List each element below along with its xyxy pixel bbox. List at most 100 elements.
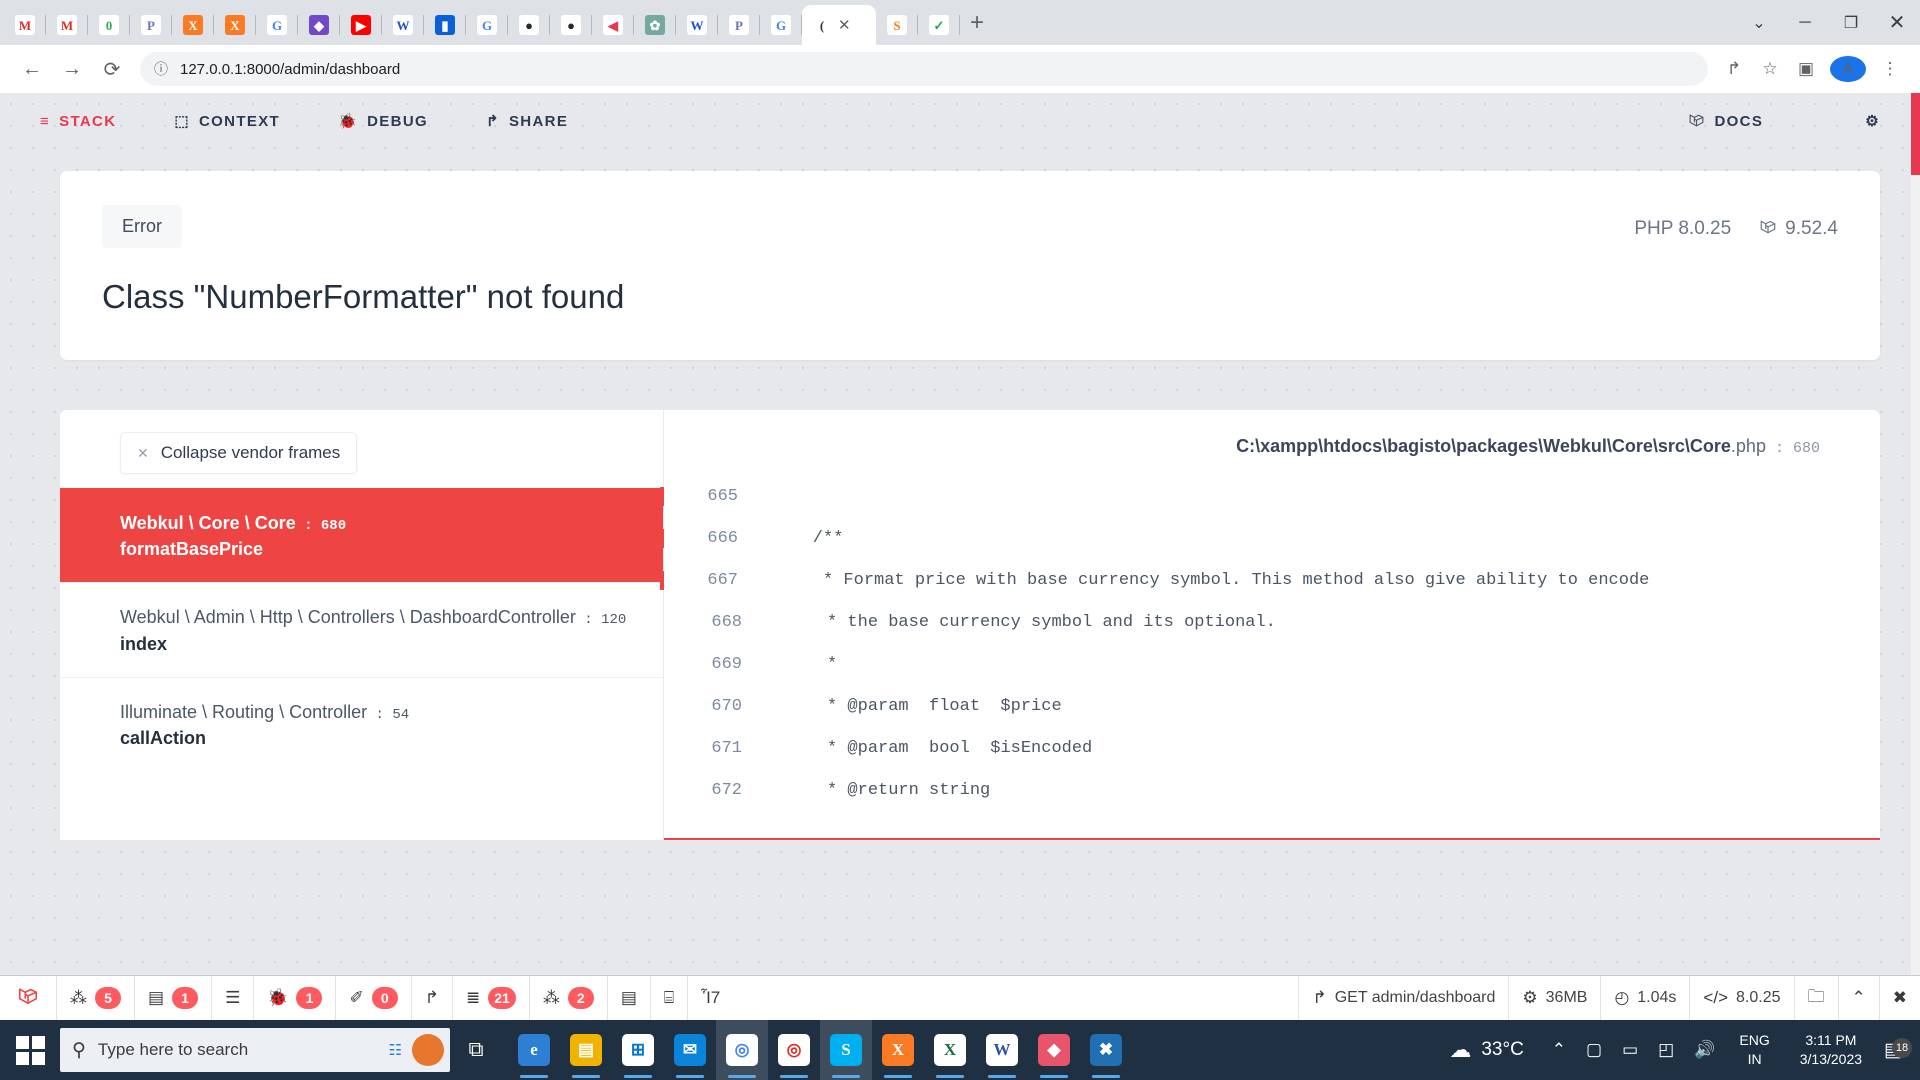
- page-scrollbar-thumb[interactable]: [1911, 93, 1920, 175]
- taskbar-app-chrome-beta[interactable]: ◎: [768, 1020, 820, 1080]
- active-tab[interactable]: ( ✕: [802, 5, 876, 45]
- chatgpt-tab-favicon: ✿: [645, 15, 665, 35]
- share-icon[interactable]: ↱: [1716, 59, 1752, 79]
- chrome-menu-icon[interactable]: ⋮: [1872, 59, 1908, 79]
- close-tab-icon[interactable]: ✕: [838, 16, 851, 34]
- adminer-tab[interactable]: 0: [88, 5, 130, 45]
- start-button[interactable]: [0, 1035, 60, 1065]
- side-panel-icon[interactable]: ▣: [1788, 59, 1824, 79]
- notification-center-button[interactable]: ▤ 18: [1878, 1037, 1920, 1062]
- clock[interactable]: 3:11 PM 3/13/2023: [1784, 1031, 1878, 1069]
- gmail-tab[interactable]: M: [4, 5, 46, 45]
- debugbar-exceptions-badge: 1: [296, 987, 323, 1009]
- minimize-button[interactable]: ─: [1782, 14, 1828, 32]
- google-tab[interactable]: G: [256, 5, 298, 45]
- back-button[interactable]: ←: [12, 58, 52, 81]
- bagisto-tab[interactable]: ▮: [424, 5, 466, 45]
- debugbar-open-storage[interactable]: 🗀: [1793, 975, 1838, 1021]
- taskbar-app-edge[interactable]: e: [508, 1020, 560, 1080]
- github-tab[interactable]: ●: [508, 5, 550, 45]
- phpmyadmin-tab[interactable]: P: [130, 5, 172, 45]
- debugbar-route[interactable]: ☰: [211, 975, 253, 1021]
- code-line-source: * Format price with base currency symbol…: [772, 570, 1650, 590]
- nav-item-debug[interactable]: 🐞 DEBUG: [338, 112, 428, 131]
- taskbar-app-excel[interactable]: X: [924, 1020, 976, 1080]
- taskbar-app-chrome[interactable]: ◎: [716, 1020, 768, 1080]
- maximize-button[interactable]: ❐: [1828, 13, 1874, 33]
- gmail-tab-2[interactable]: M: [46, 5, 88, 45]
- debugbar-request-method[interactable]: ↱ GET admin/dashboard: [1298, 975, 1508, 1021]
- meet-now-icon[interactable]: ▢: [1576, 1040, 1612, 1060]
- reload-button[interactable]: ⟳: [92, 57, 132, 82]
- google-tab-3[interactable]: G: [760, 5, 802, 45]
- language-indicator[interactable]: ENG IN: [1725, 1031, 1783, 1069]
- search-input[interactable]: ⚲ Type here to search ☷: [60, 1028, 450, 1072]
- stackoverflow-tab[interactable]: S: [876, 5, 918, 45]
- stack-frame[interactable]: Illuminate \ Routing \ Controller : 54 ca…: [60, 676, 663, 771]
- close-window-button[interactable]: ✕: [1874, 10, 1920, 35]
- show-hidden-icons-button[interactable]: ⌃: [1542, 1040, 1576, 1060]
- debugbar-collapse-debugbar[interactable]: ⌃: [1837, 975, 1879, 1021]
- forward-button[interactable]: →: [52, 58, 92, 81]
- taskbar-app-word[interactable]: W: [976, 1020, 1028, 1080]
- nav-item-context[interactable]: ⬚ CONTEXT: [174, 112, 280, 131]
- debugbar-session[interactable]: ▤: [606, 975, 650, 1021]
- debugbar-exceptions[interactable]: 🐞 1: [253, 975, 335, 1021]
- new-tab-button[interactable]: +: [970, 9, 984, 37]
- task-view-button[interactable]: ⧉: [450, 1020, 502, 1080]
- debugbar-labels[interactable]: Ἷ7: [687, 975, 733, 1021]
- stack-frame[interactable]: Webkul \ Admin \ Http \ Controllers \ Da…: [60, 582, 663, 676]
- stack-frame-class: Webkul \ Core \ Core: [120, 513, 296, 533]
- check-tab[interactable]: ✓: [918, 5, 960, 45]
- taskbar-app-mail[interactable]: ✉: [664, 1020, 716, 1080]
- laracasts-tab[interactable]: ◀: [592, 5, 634, 45]
- nav-item-stack[interactable]: ≡ STACK: [40, 113, 116, 130]
- address-bar[interactable]: ⓘ 127.0.0.1:8000/admin/dashboard: [140, 52, 1708, 86]
- webkul-tab[interactable]: W: [382, 5, 424, 45]
- tab-search-icon[interactable]: ⌄: [1736, 13, 1782, 33]
- debugbar-request-duration[interactable]: ◴ 1.04s: [1600, 975, 1689, 1021]
- taskbar-app-microsoft-store[interactable]: ⊞: [612, 1020, 664, 1080]
- settings-gear-button[interactable]: ⚙: [1865, 112, 1880, 130]
- debugbar-mails[interactable]: ✐ 0: [335, 975, 410, 1021]
- taskbar-app-vscode[interactable]: ✖: [1080, 1020, 1132, 1080]
- google-tab-2[interactable]: G: [466, 5, 508, 45]
- webkul-tab-2[interactable]: W: [676, 5, 718, 45]
- youtube-tab[interactable]: ▶: [340, 5, 382, 45]
- debugbar-views[interactable]: ▤ 1: [134, 975, 211, 1021]
- stack-frame[interactable]: Webkul \ Core \ Core : 680 formatBasePric…: [60, 488, 663, 583]
- wifi-icon[interactable]: ◰: [1648, 1040, 1684, 1060]
- battery-icon[interactable]: ▭: [1612, 1040, 1648, 1060]
- debugbar-request[interactable]: ↱: [410, 975, 452, 1021]
- weather-widget[interactable]: ☁ 33°C: [1449, 1037, 1541, 1063]
- avatar[interactable]: A: [1830, 56, 1866, 82]
- xampp-tab-2[interactable]: X: [214, 5, 256, 45]
- basketball-icon[interactable]: [412, 1034, 444, 1066]
- laravel-news-tab[interactable]: ◆: [298, 5, 340, 45]
- debugbar-messages[interactable]: ⁂ 5: [56, 975, 134, 1021]
- taskbar-app-affinity[interactable]: ◆: [1028, 1020, 1080, 1080]
- bookmark-star-icon[interactable]: ☆: [1752, 59, 1788, 79]
- gear-icon: ⚙: [1865, 113, 1880, 130]
- debugbar-php-version[interactable]: </> 8.0.25: [1689, 975, 1793, 1021]
- volume-icon[interactable]: 🔊: [1684, 1040, 1725, 1060]
- chatgpt-tab[interactable]: ✿: [634, 5, 676, 45]
- site-info-icon[interactable]: ⓘ: [154, 59, 168, 79]
- debugbar-close-debugbar[interactable]: ✖: [1878, 975, 1920, 1021]
- collapse-vendor-frames-button[interactable]: ✕ Collapse vendor frames: [120, 432, 358, 474]
- taskbar-app-file-explorer[interactable]: ▤: [560, 1020, 612, 1080]
- xampp-tab[interactable]: X: [172, 5, 214, 45]
- page-scrollbar-track[interactable]: [1911, 93, 1920, 975]
- phpmyadmin-tab-2[interactable]: P: [718, 5, 760, 45]
- debugbar-memory-usage[interactable]: ⚙ 36MB: [1508, 975, 1600, 1021]
- debugbar-models[interactable]: ⁂ 2: [528, 975, 607, 1021]
- taskbar-app-skype[interactable]: S: [820, 1020, 872, 1080]
- debugbar-cache[interactable]: ⌸: [649, 975, 687, 1021]
- nav-item-share[interactable]: ↱ SHARE: [486, 112, 568, 131]
- github-tab-2[interactable]: ●: [550, 5, 592, 45]
- taskbar-app-xampp[interactable]: X: [872, 1020, 924, 1080]
- debugbar-queries[interactable]: ≣ 21: [451, 975, 529, 1021]
- docs-link[interactable]: DOCS: [1688, 111, 1763, 132]
- bracket-widget-icon[interactable]: ☷: [389, 1041, 402, 1059]
- debugbar-memory-usage-label: 36MB: [1545, 989, 1588, 1006]
